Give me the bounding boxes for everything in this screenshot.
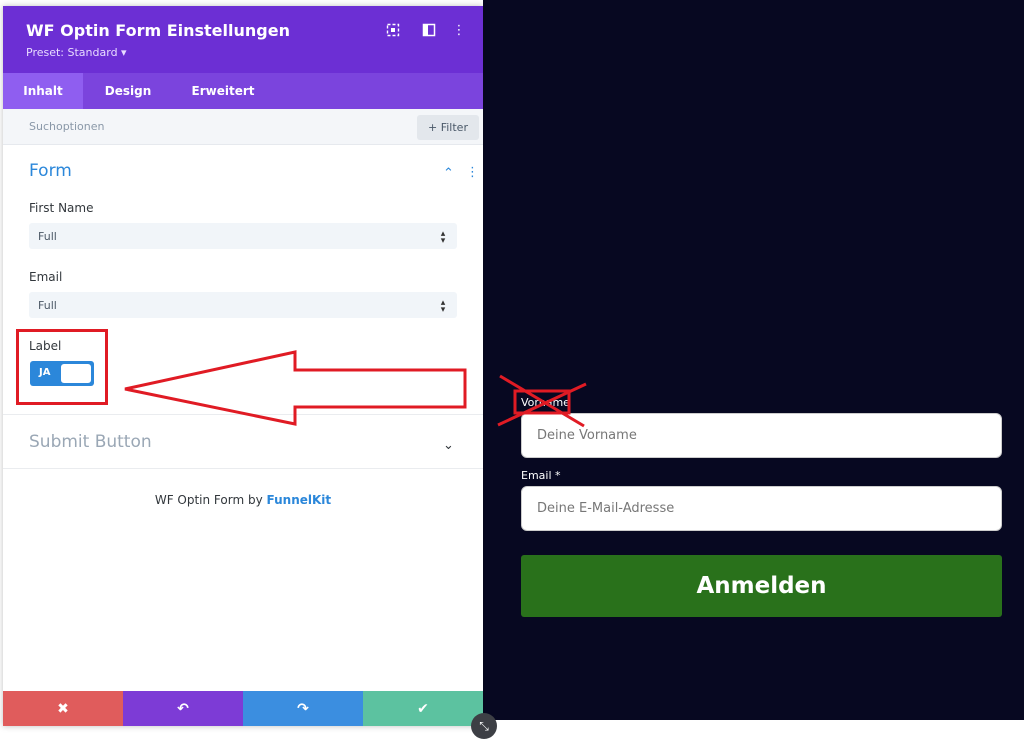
resize-handle[interactable]: ⤡: [471, 713, 497, 739]
target-icon[interactable]: [385, 23, 401, 39]
credit-prefix: WF Optin Form by: [154, 493, 267, 507]
resize-icon: ⤡: [479, 718, 489, 733]
more-vertical-icon[interactable]: ⋮: [451, 23, 467, 39]
redo-icon: ↷: [297, 700, 309, 717]
preview-email-placeholder: Deine E-Mail-Adresse: [537, 501, 675, 516]
check-icon: ✔: [417, 700, 429, 717]
annotation-highlight-box: [16, 329, 108, 405]
tab-design[interactable]: Design: [83, 73, 173, 109]
redo-button[interactable]: ↷: [243, 691, 363, 726]
preview-email-input[interactable]: Deine E-Mail-Adresse: [521, 486, 1002, 531]
preview-vorname-placeholder: Deine Vorname: [537, 428, 637, 443]
preview-submit-button[interactable]: Anmelden: [521, 555, 1002, 617]
first-name-label: First Name: [29, 201, 94, 215]
chevron-down-icon[interactable]: ⌄: [443, 438, 454, 453]
preview-vorname-input[interactable]: Deine Vorname: [521, 413, 1002, 458]
email-select[interactable]: Full ▴▾: [29, 292, 457, 318]
section-title-form[interactable]: Form: [29, 161, 72, 181]
first-name-select[interactable]: Full ▴▾: [29, 223, 457, 249]
divider: [3, 414, 483, 415]
tab-erweitert[interactable]: Erweitert: [173, 73, 273, 109]
preview-bottom-strip: [483, 720, 1024, 755]
close-button[interactable]: ✖: [3, 691, 123, 726]
search-input[interactable]: Suchoptionen: [29, 120, 105, 133]
email-label: Email: [29, 270, 63, 284]
funnelkit-link[interactable]: FunnelKit: [267, 493, 332, 507]
select-arrows-icon: ▴▾: [438, 298, 448, 312]
chevron-up-icon[interactable]: ⌃: [443, 166, 454, 181]
panel-footer: ✖ ↶ ↷ ✔: [3, 691, 483, 726]
email-value: Full: [38, 298, 57, 312]
close-icon: ✖: [57, 700, 69, 717]
section-title-submit-button[interactable]: Submit Button: [29, 432, 152, 452]
panel-header: WF Optin Form Einstellungen Preset: Stan…: [3, 6, 483, 73]
undo-icon: ↶: [177, 700, 189, 717]
credit-line: WF Optin Form by FunnelKit: [3, 493, 483, 507]
search-bar: Suchoptionen + Filter: [3, 109, 483, 145]
divider: [3, 468, 483, 469]
first-name-value: Full: [38, 229, 57, 243]
section-more-icon[interactable]: ⋮: [466, 165, 479, 180]
columns-icon[interactable]: [421, 23, 437, 39]
panel-title: WF Optin Form Einstellungen: [26, 21, 290, 40]
preset-selector[interactable]: Preset: Standard ▾: [26, 46, 127, 59]
filter-button[interactable]: + Filter: [417, 115, 479, 140]
tab-inhalt[interactable]: Inhalt: [3, 73, 83, 109]
save-button[interactable]: ✔: [363, 691, 483, 726]
preview-email-label: Email *: [521, 469, 561, 482]
undo-button[interactable]: ↶: [123, 691, 243, 726]
preview-vorname-label: Vorname: [521, 396, 570, 409]
tab-bar: Inhalt Design Erweitert: [3, 73, 483, 109]
screen: Vorname Deine Vorname Email * Deine E-Ma…: [0, 0, 1024, 755]
select-arrows-icon: ▴▾: [438, 229, 448, 243]
